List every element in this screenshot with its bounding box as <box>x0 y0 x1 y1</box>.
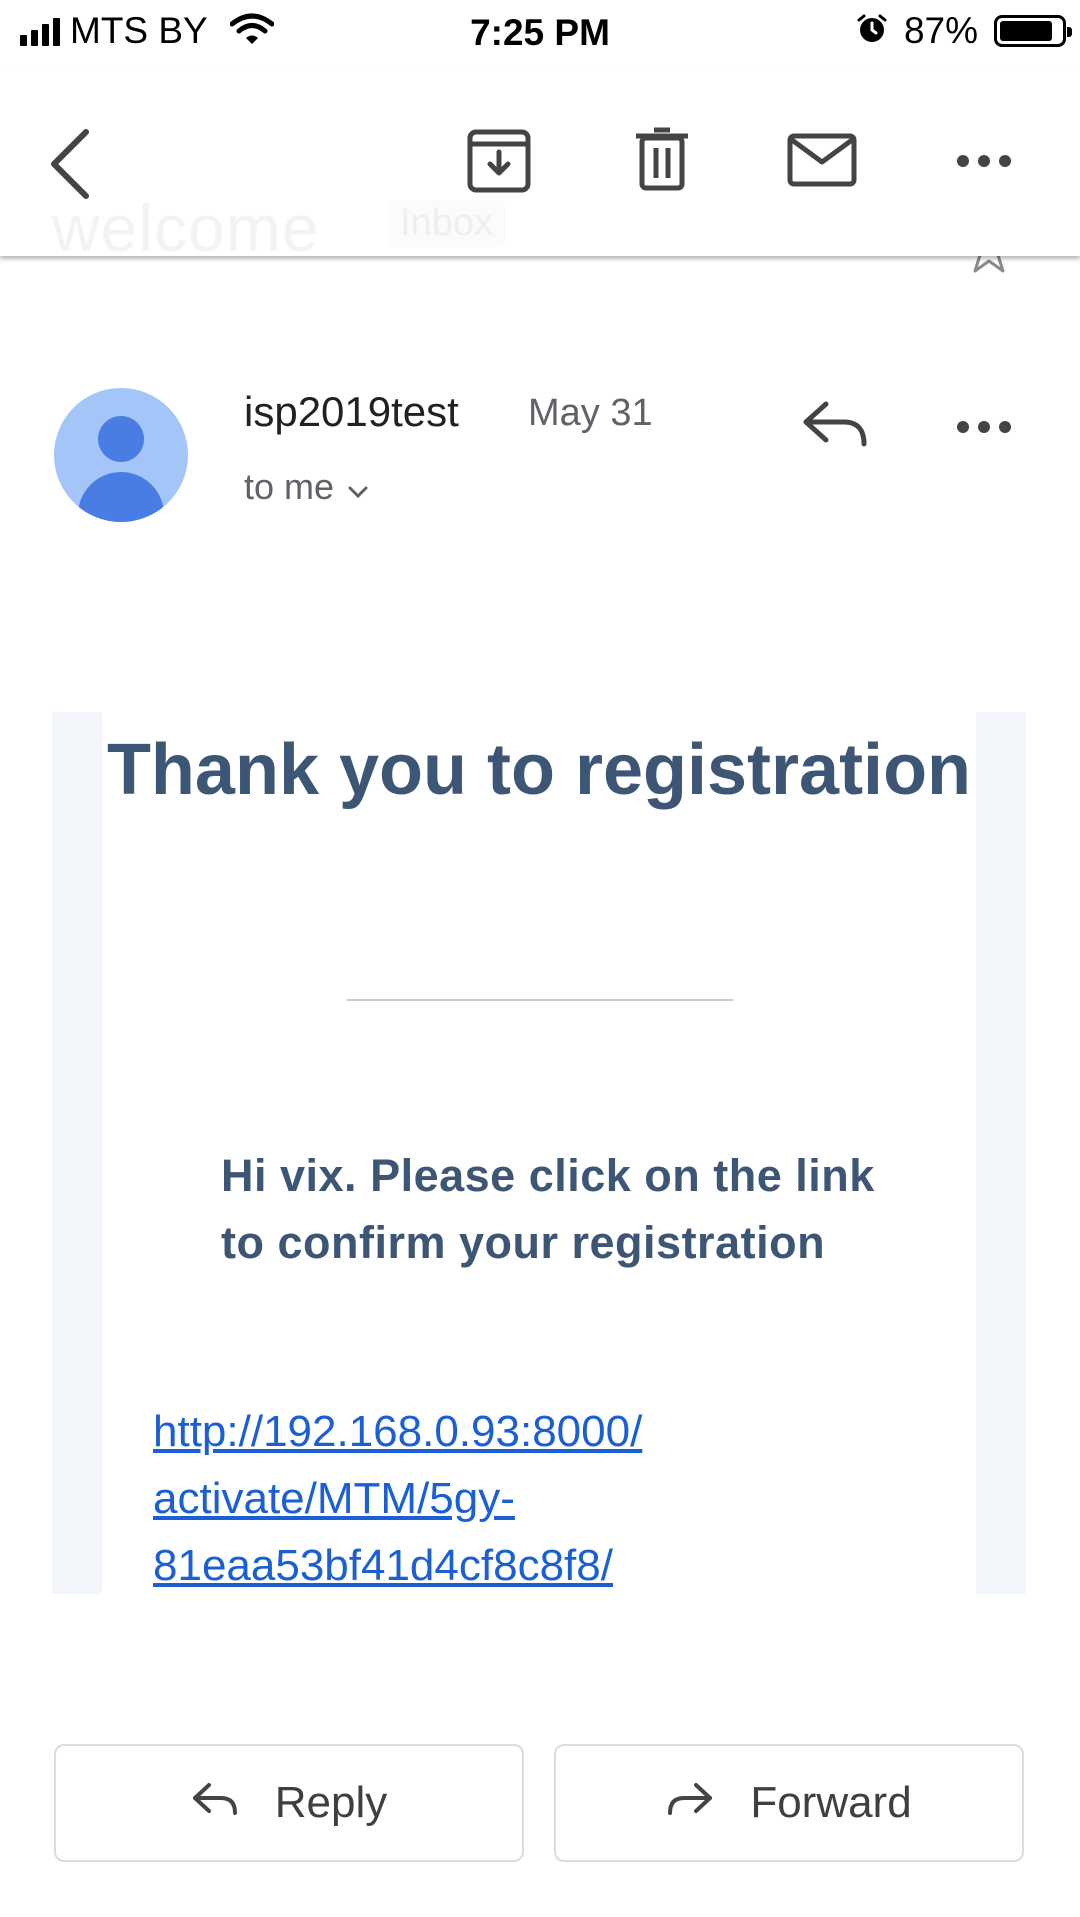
sender-avatar[interactable] <box>54 388 188 522</box>
mark-unread-icon[interactable] <box>786 132 858 193</box>
battery-percent: 87% <box>903 10 978 51</box>
archive-icon[interactable] <box>466 128 532 199</box>
message-date: May 31 <box>528 392 653 434</box>
battery-cap <box>1067 27 1072 37</box>
chevron-down-icon <box>348 466 368 508</box>
forward-arrow-icon <box>666 1778 714 1828</box>
more-options-icon[interactable] <box>956 154 1012 173</box>
activation-link[interactable]: http://192.168.0.93:8000/ activate/MTM/5… <box>153 1398 642 1599</box>
headline-divider <box>347 999 733 1001</box>
reply-button[interactable]: Reply <box>54 1744 524 1862</box>
recipient-text: to me <box>244 466 335 507</box>
reply-label: Reply <box>274 1778 388 1827</box>
status-bar: MTS BY 7:25 PM 87% <box>0 0 1080 70</box>
alarm-icon <box>856 13 888 50</box>
email-headline: Thank you to registration <box>106 730 972 810</box>
back-icon[interactable] <box>46 128 94 205</box>
sender-name[interactable]: isp2019test <box>244 388 459 436</box>
link-line: 81eaa53bf41d4cf8c8f8/ <box>153 1541 613 1590</box>
battery-icon <box>994 15 1072 47</box>
avatar-body <box>78 472 164 522</box>
battery-fill <box>1000 21 1052 41</box>
message-more-icon[interactable] <box>956 420 1012 439</box>
delete-icon[interactable] <box>634 126 690 197</box>
link-line: activate/MTM/5gy- <box>153 1474 515 1523</box>
inbox-label-scrolled-under: Inbox <box>388 200 505 247</box>
link-line: http://192.168.0.93:8000/ <box>153 1407 643 1456</box>
forward-button[interactable]: Forward <box>554 1744 1024 1862</box>
email-toolbar: welcome Inbox <box>0 70 1080 265</box>
reply-arrow-icon <box>191 1778 239 1828</box>
forward-label: Forward <box>750 1778 912 1827</box>
avatar-head <box>98 416 144 462</box>
reply-icon[interactable] <box>800 398 870 455</box>
status-right: 87% <box>856 10 1072 52</box>
recipient-details-toggle[interactable]: to me <box>244 466 368 508</box>
email-message-text: Hi vix. Please click on the link to conf… <box>221 1150 875 1268</box>
